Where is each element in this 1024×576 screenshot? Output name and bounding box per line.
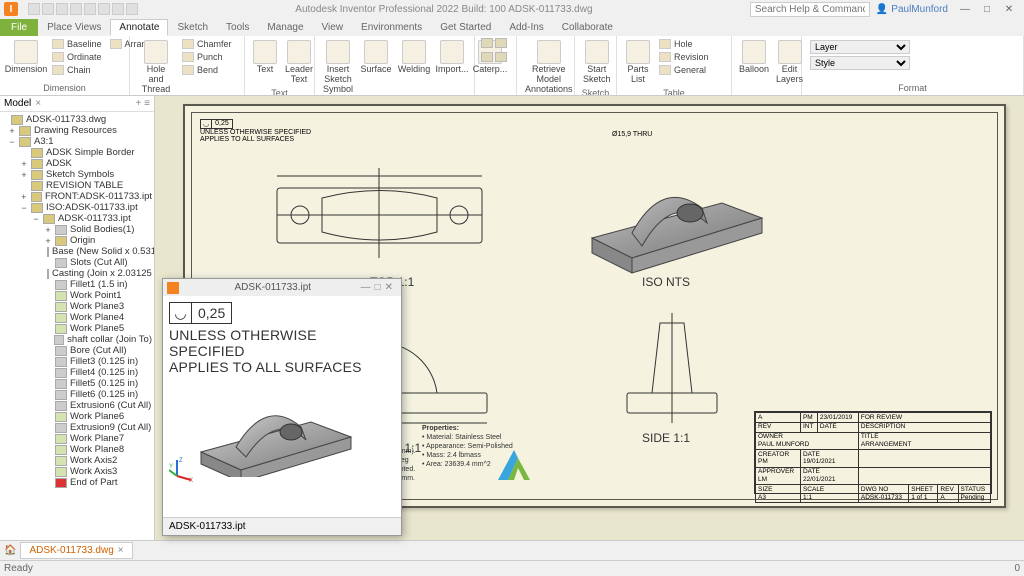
surface-button[interactable]: Surface — [359, 38, 393, 77]
tab-view[interactable]: View — [313, 19, 353, 36]
chain-button[interactable]: Chain — [50, 64, 104, 76]
start-sketch-button[interactable]: Start Sketch — [581, 38, 613, 87]
symbol-icon[interactable] — [495, 38, 507, 48]
baseline-button[interactable]: Baseline — [50, 38, 104, 50]
svg-text:Z: Z — [179, 458, 183, 464]
iso-view — [572, 138, 772, 278]
document-tab[interactable]: ADSK-011733.dwg× — [20, 542, 132, 559]
import-button[interactable]: Import... — [435, 38, 469, 77]
edit-layers-button[interactable]: Edit Layers — [774, 38, 805, 87]
browser-tab[interactable]: Model — [4, 98, 31, 109]
hole-table-button[interactable]: Hole — [657, 38, 711, 50]
text-button[interactable]: Text — [251, 38, 279, 77]
browser-close-icon[interactable]: × — [35, 98, 41, 109]
parts-list-button[interactable]: Parts List — [623, 38, 653, 87]
revision-button[interactable]: Revision — [657, 51, 711, 63]
tab-sketch[interactable]: Sketch — [168, 19, 217, 36]
minimize-button[interactable]: — — [954, 4, 976, 15]
top-view — [272, 158, 487, 268]
qat-btn[interactable] — [28, 3, 40, 15]
qat-btn[interactable] — [112, 3, 124, 15]
general-table-button[interactable]: General — [657, 64, 711, 76]
model-tree[interactable]: ADSK-011733.dwg +Drawing Resources −A3:1… — [0, 112, 154, 540]
help-search-input[interactable] — [750, 2, 870, 17]
qat-btn[interactable] — [126, 3, 138, 15]
style-dropdown[interactable]: Style — [810, 56, 910, 70]
document-tabs: 🏠 ADSK-011733.dwg× — [0, 540, 1024, 560]
app-icon: I — [4, 2, 18, 16]
tab-file[interactable]: File — [0, 19, 38, 36]
maximize-button[interactable]: □ — [976, 4, 998, 15]
tab-environments[interactable]: Environments — [352, 19, 431, 36]
ordinate-button[interactable]: Ordinate — [50, 51, 104, 63]
dimension-button[interactable]: Dimension — [6, 38, 46, 77]
title-bar: I Autodesk Inventor Professional 2022 Bu… — [0, 0, 1024, 18]
symbol-icon[interactable] — [481, 38, 493, 48]
close-button[interactable]: ✕ — [385, 282, 397, 293]
layer-dropdown[interactable]: Layer — [810, 40, 910, 54]
tab-get-started[interactable]: Get Started — [431, 19, 500, 36]
part-3d-view[interactable] — [191, 382, 361, 477]
autodesk-logo — [494, 444, 534, 484]
tab-add-ins[interactable]: Add-Ins — [500, 19, 552, 36]
quick-access-toolbar[interactable] — [28, 3, 138, 15]
leader-text-button[interactable]: Leader Text — [283, 38, 315, 87]
ribbon: Dimension Baseline Ordinate Chain Arrang… — [0, 36, 1024, 96]
qat-btn[interactable] — [98, 3, 110, 15]
retrieve-annotations-button[interactable]: Retrieve Model Annotations — [523, 38, 575, 96]
status-text: Ready — [4, 563, 33, 574]
svg-text:Y: Y — [169, 464, 173, 470]
browser-toolbar-icon[interactable]: + ≡ — [136, 98, 150, 109]
balloon-button[interactable]: Balloon — [738, 38, 770, 77]
ribbon-tabs: File Place Views Annotate Sketch Tools M… — [0, 18, 1024, 36]
symbol-icon[interactable] — [495, 52, 507, 62]
punch-button[interactable]: Punch — [180, 51, 234, 63]
status-bar: Ready 0 — [0, 560, 1024, 576]
close-tab-icon[interactable]: × — [118, 545, 124, 556]
user-account[interactable]: 👤 PaulMunford — [876, 4, 948, 15]
side-view — [612, 303, 732, 428]
status-count: 0 — [1014, 563, 1020, 574]
maximize-button[interactable]: □ — [375, 282, 385, 293]
floating-tab[interactable]: ADSK-011733.ipt — [163, 517, 401, 535]
title-block: APM23/01/2019FOR REVIEW REVINTDATEDESCRI… — [754, 411, 992, 494]
window-buttons: —□✕ — [954, 4, 1020, 15]
qat-btn[interactable] — [84, 3, 96, 15]
window-title: Autodesk Inventor Professional 2022 Buil… — [138, 4, 750, 15]
model-browser: Model × + ≡ ADSK-011733.dwg +Drawing Resou… — [0, 96, 155, 540]
main-area: Model × + ≡ ADSK-011733.dwg +Drawing Resou… — [0, 96, 1024, 540]
tab-manage[interactable]: Manage — [258, 19, 312, 36]
tab-collaborate[interactable]: Collaborate — [553, 19, 622, 36]
qat-btn[interactable] — [56, 3, 68, 15]
welding-button[interactable]: Welding — [397, 38, 431, 77]
axis-triad-icon: Z X Y — [169, 456, 195, 482]
tab-place-views[interactable]: Place Views — [38, 19, 110, 36]
home-icon[interactable]: 🏠 — [4, 545, 16, 556]
qat-btn[interactable] — [70, 3, 82, 15]
app-icon — [167, 282, 179, 294]
svg-text:X: X — [189, 478, 193, 482]
tab-annotate[interactable]: Annotate — [110, 19, 168, 36]
minimize-button[interactable]: — — [361, 282, 375, 293]
chamfer-button[interactable]: Chamfer — [180, 38, 234, 50]
part-floating-window[interactable]: ADSK-011733.ipt —□✕ ◡0,25 UNLESS OTHERWI… — [162, 278, 402, 536]
hole-thread-button[interactable]: Hole and Thread — [136, 38, 176, 96]
symbol-icon[interactable] — [481, 52, 493, 62]
floating-title: ADSK-011733.ipt — [185, 282, 361, 293]
sketch-symbol-button[interactable]: Insert Sketch Symbol — [321, 38, 355, 96]
close-button[interactable]: ✕ — [998, 4, 1020, 15]
bend-button[interactable]: Bend — [180, 64, 234, 76]
qat-btn[interactable] — [42, 3, 54, 15]
tab-tools[interactable]: Tools — [217, 19, 258, 36]
